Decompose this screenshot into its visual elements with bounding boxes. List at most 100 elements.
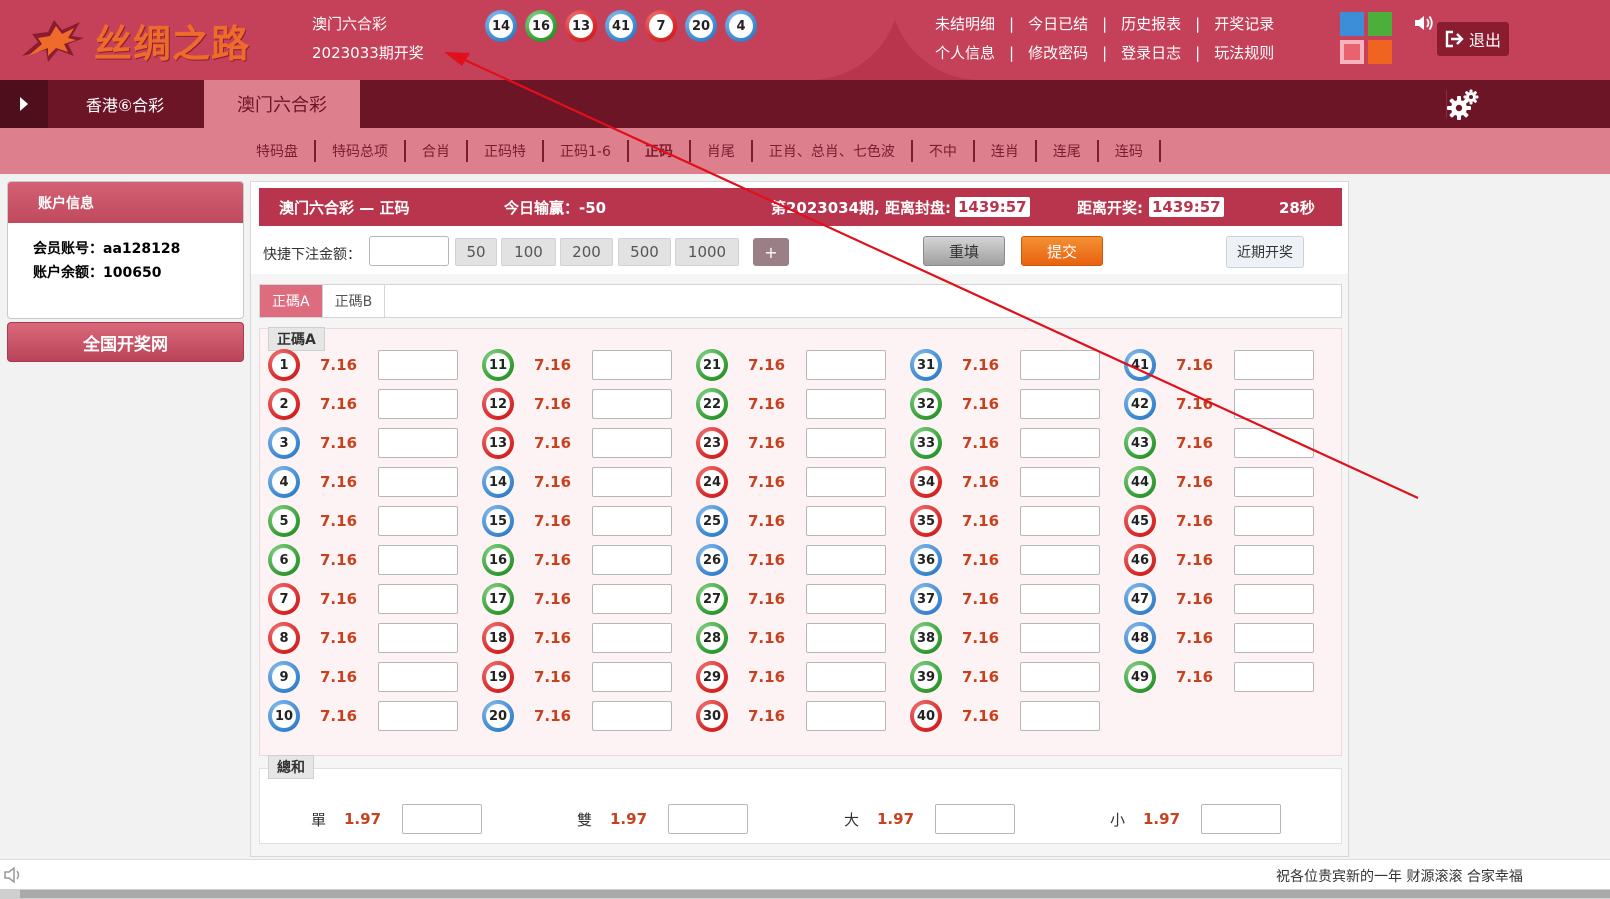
bet-amount-input[interactable]	[1020, 662, 1100, 692]
bet-amount-input[interactable]	[806, 701, 886, 731]
bet-amount-input[interactable]	[592, 428, 672, 458]
bet-amount-input[interactable]	[1234, 467, 1314, 497]
quick-amount-button[interactable]: 1000	[675, 238, 739, 266]
subnav-item[interactable]: 特码盘	[240, 140, 316, 162]
bet-amount-input[interactable]	[592, 701, 672, 731]
bet-amount-input[interactable]	[806, 467, 886, 497]
bet-amount-input[interactable]	[1234, 662, 1314, 692]
bet-amount-input[interactable]	[592, 350, 672, 380]
sidebar-toggle-button[interactable]	[0, 80, 48, 128]
national-draw-site-button[interactable]: 全国开奖网	[7, 322, 244, 362]
bet-amount-input[interactable]	[1234, 623, 1314, 653]
horizontal-scrollbar[interactable]	[0, 889, 1610, 899]
theme-swatch[interactable]	[1368, 12, 1392, 36]
top-link[interactable]: 今日已结	[1028, 10, 1088, 39]
quick-amount-button[interactable]: 200	[560, 238, 613, 266]
theme-swatch[interactable]	[1368, 40, 1392, 64]
subnav-item[interactable]: 正码	[629, 140, 691, 162]
bet-amount-input[interactable]	[378, 428, 458, 458]
bet-amount-input[interactable]	[668, 804, 748, 834]
bet-amount-input[interactable]	[1020, 428, 1100, 458]
bet-amount-input[interactable]	[378, 467, 458, 497]
bet-amount-input[interactable]	[592, 389, 672, 419]
top-link[interactable]: 历史报表	[1121, 10, 1181, 39]
top-link[interactable]: 未结明细	[935, 10, 995, 39]
quick-bet-amount-input[interactable]	[369, 236, 449, 266]
bet-amount-input[interactable]	[806, 662, 886, 692]
bet-amount-input[interactable]	[806, 428, 886, 458]
subnav-item[interactable]: 不中	[913, 140, 975, 162]
bet-amount-input[interactable]	[806, 623, 886, 653]
subnav-item[interactable]: 正肖、总肖、七色波	[753, 140, 913, 162]
bet-amount-input[interactable]	[806, 584, 886, 614]
top-link[interactable]: 开奖记录	[1214, 10, 1274, 39]
subnav-item[interactable]: 正码特	[468, 140, 544, 162]
subnav-item[interactable]: 连尾	[1037, 140, 1099, 162]
bet-amount-input[interactable]	[1020, 623, 1100, 653]
recent-draws-button[interactable]: 近期开奖	[1226, 236, 1304, 268]
bet-amount-input[interactable]	[806, 389, 886, 419]
bet-amount-input[interactable]	[1234, 350, 1314, 380]
logout-button[interactable]: 退出	[1437, 22, 1509, 56]
bet-amount-input[interactable]	[1020, 506, 1100, 536]
quick-amount-button[interactable]: 50	[455, 238, 497, 266]
bet-amount-input[interactable]	[592, 584, 672, 614]
bet-amount-input[interactable]	[378, 506, 458, 536]
quick-amount-button[interactable]: 100	[501, 238, 556, 266]
scrollbar-thumb[interactable]	[20, 890, 1610, 898]
bet-amount-input[interactable]	[1234, 428, 1314, 458]
tab-zhengma-a[interactable]: 正碼A	[260, 285, 323, 317]
bet-amount-input[interactable]	[1020, 701, 1100, 731]
bet-amount-input[interactable]	[1020, 545, 1100, 575]
draw-ball: 41	[605, 10, 637, 42]
reset-button[interactable]: 重填	[923, 236, 1005, 266]
bet-amount-input[interactable]	[806, 506, 886, 536]
bet-amount-input[interactable]	[402, 804, 482, 834]
bet-amount-input[interactable]	[378, 701, 458, 731]
top-link[interactable]: 修改密码	[1028, 39, 1088, 68]
bet-amount-input[interactable]	[1020, 467, 1100, 497]
add-amount-button[interactable]: +	[753, 238, 789, 266]
bet-amount-input[interactable]	[378, 389, 458, 419]
bet-amount-input[interactable]	[378, 584, 458, 614]
bet-amount-input[interactable]	[378, 623, 458, 653]
theme-swatch[interactable]	[1340, 40, 1364, 64]
bet-amount-input[interactable]	[592, 623, 672, 653]
bet-amount-input[interactable]	[378, 350, 458, 380]
tab-macau-lottery[interactable]: 澳门六合彩	[204, 80, 360, 128]
quick-amount-button[interactable]: 500	[618, 238, 671, 266]
speaker-icon[interactable]	[1413, 13, 1435, 33]
top-link[interactable]: 个人信息	[935, 39, 995, 68]
bet-amount-input[interactable]	[1020, 584, 1100, 614]
subnav-item[interactable]: 正码1-6	[544, 140, 629, 162]
bet-amount-input[interactable]	[1020, 350, 1100, 380]
bet-amount-input[interactable]	[1201, 804, 1281, 834]
bet-amount-input[interactable]	[592, 662, 672, 692]
bet-amount-input[interactable]	[592, 545, 672, 575]
tab-hk-lottery[interactable]: 香港⑥合彩	[48, 80, 202, 128]
subnav-item[interactable]: 合肖	[406, 140, 468, 162]
bet-amount-input[interactable]	[1234, 389, 1314, 419]
subnav-item[interactable]: 连肖	[975, 140, 1037, 162]
tab-zhengma-b[interactable]: 正碼B	[323, 285, 386, 317]
subnav-item[interactable]: 肖尾	[691, 140, 753, 162]
subnav-item[interactable]: 连码	[1099, 140, 1161, 162]
bet-amount-input[interactable]	[806, 350, 886, 380]
bet-amount-input[interactable]	[1020, 389, 1100, 419]
theme-swatch[interactable]	[1340, 12, 1364, 36]
bet-amount-input[interactable]	[935, 804, 1015, 834]
bet-amount-input[interactable]	[378, 662, 458, 692]
speaker-icon[interactable]	[3, 865, 25, 885]
submit-button[interactable]: 提交	[1021, 236, 1103, 266]
bet-amount-input[interactable]	[592, 467, 672, 497]
bet-amount-input[interactable]	[806, 545, 886, 575]
top-link[interactable]: 玩法规则	[1214, 39, 1274, 68]
bet-amount-input[interactable]	[378, 545, 458, 575]
subnav-item[interactable]: 特码总项	[316, 140, 406, 162]
gear-icon[interactable]	[1446, 88, 1480, 122]
top-link[interactable]: 登录日志	[1121, 39, 1181, 68]
bet-amount-input[interactable]	[1234, 584, 1314, 614]
bet-amount-input[interactable]	[1234, 545, 1314, 575]
bet-amount-input[interactable]	[1234, 506, 1314, 536]
bet-amount-input[interactable]	[592, 506, 672, 536]
